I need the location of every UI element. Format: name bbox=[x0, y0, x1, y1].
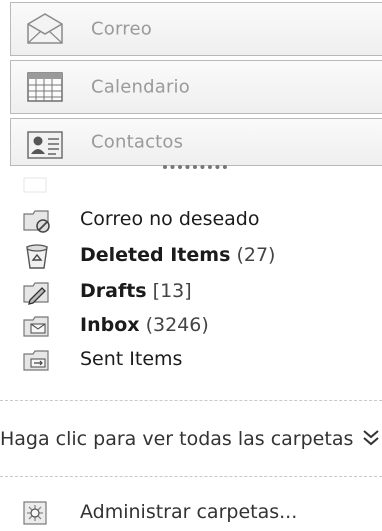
show-all-folders-label: Haga clic para ver todas las carpetas bbox=[0, 428, 354, 450]
junk-folder-icon bbox=[22, 206, 52, 234]
folder-name: Drafts bbox=[80, 280, 147, 302]
contact-card-icon bbox=[25, 128, 65, 162]
folder-item-junk[interactable]: Correo no deseado bbox=[0, 204, 382, 238]
divider bbox=[0, 476, 382, 477]
folder-item-deleted[interactable]: Deleted Items (27) bbox=[0, 240, 382, 274]
trash-can-icon bbox=[22, 242, 52, 270]
folder-item-sent[interactable]: Sent Items bbox=[0, 344, 382, 378]
folder-item-inbox[interactable]: Inbox (3246) bbox=[0, 310, 382, 344]
calendar-icon bbox=[25, 70, 65, 104]
unread-count: (3246) bbox=[145, 314, 209, 336]
folder-name: Deleted Items bbox=[80, 244, 231, 266]
unread-count: (27) bbox=[236, 244, 276, 266]
overflow-icon-faded bbox=[22, 176, 62, 194]
divider bbox=[0, 400, 382, 401]
show-all-folders-link[interactable]: Haga clic para ver todas las carpetas bbox=[0, 424, 382, 454]
nav-calendar-label: Calendario bbox=[91, 76, 190, 98]
mail-envelope-icon bbox=[25, 12, 65, 46]
pane-resize-handle[interactable] bbox=[163, 165, 227, 171]
nav-contacts-label: Contactos bbox=[91, 131, 184, 153]
manage-folders-icon bbox=[22, 500, 48, 526]
sent-folder-icon bbox=[22, 346, 52, 374]
folder-name: Correo no deseado bbox=[80, 208, 260, 230]
inbox-folder-icon bbox=[22, 312, 52, 340]
double-chevron-down-icon bbox=[360, 427, 382, 449]
nav-button-calendar[interactable]: Calendario bbox=[10, 60, 382, 114]
nav-button-contacts[interactable]: Contactos bbox=[10, 118, 382, 166]
manage-folders-label: Administrar carpetas... bbox=[80, 501, 298, 523]
folder-item-drafts[interactable]: Drafts [13] bbox=[0, 276, 382, 310]
manage-folders-link[interactable]: Administrar carpetas... bbox=[0, 498, 382, 528]
drafts-folder-icon bbox=[22, 278, 52, 306]
nav-mail-label: Correo bbox=[91, 18, 152, 40]
item-count: [13] bbox=[152, 280, 192, 302]
folder-name: Sent Items bbox=[80, 348, 183, 370]
nav-button-mail[interactable]: Correo bbox=[10, 2, 382, 56]
folder-name: Inbox bbox=[80, 314, 140, 336]
navigation-pane: Correo Calendario Contactos bbox=[10, 0, 382, 188]
